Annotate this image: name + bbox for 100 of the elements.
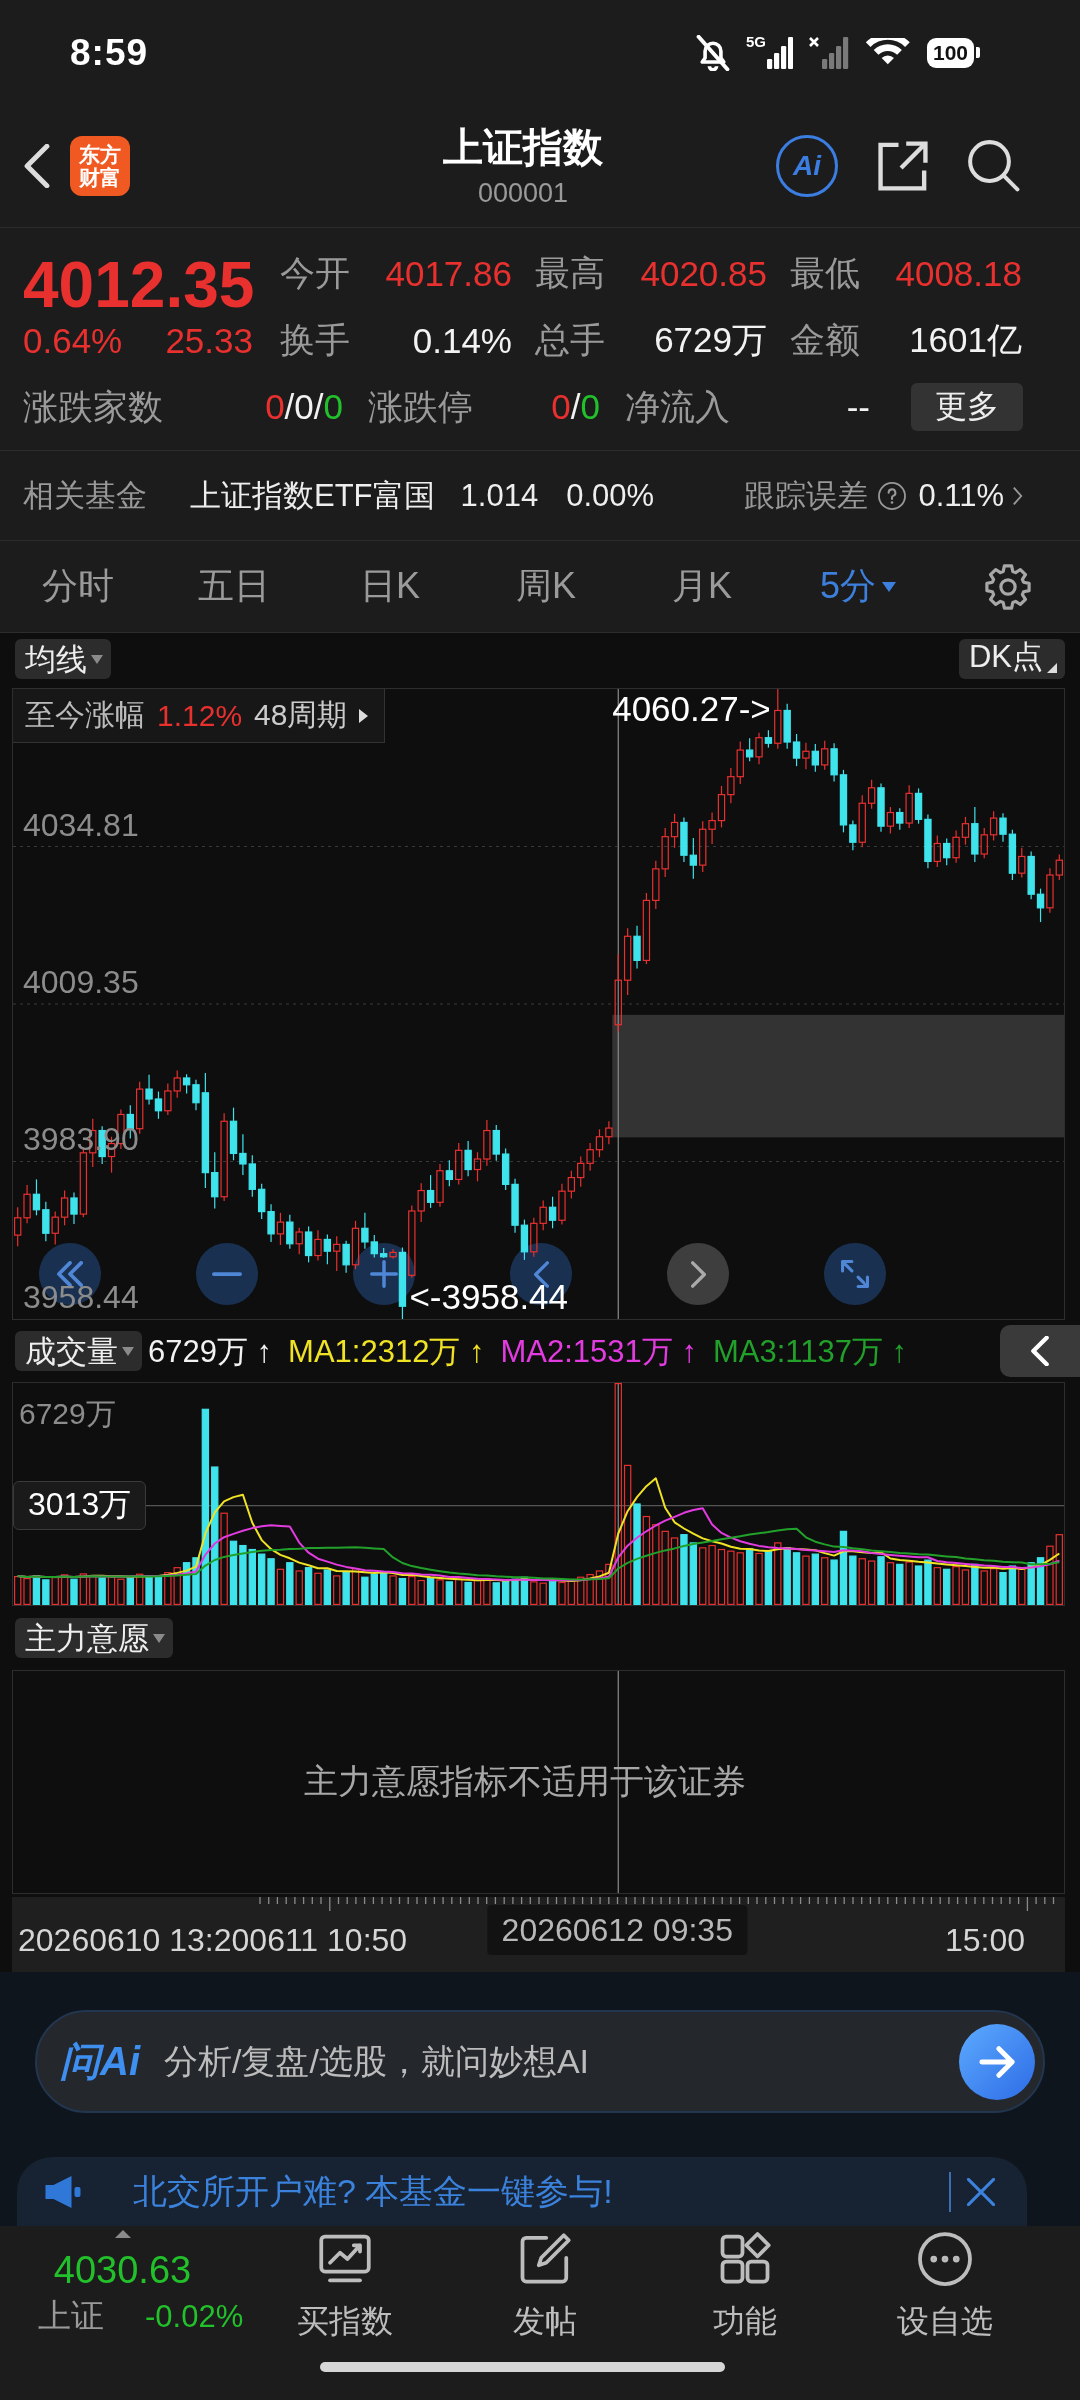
change-amount: 25.33 — [165, 320, 253, 361]
range-label: 至今涨幅 — [25, 697, 145, 733]
candlestick — [389, 1248, 397, 1260]
tracking-error-value: 0.11% — [918, 477, 1004, 514]
security-code: 000001 — [477, 177, 569, 209]
period-tab[interactable]: 分时 — [42, 558, 114, 615]
tab-bar-item[interactable]: 发帖 — [513, 2226, 577, 2344]
close-icon — [967, 2177, 995, 2206]
price-axis-label: 3958.44 — [23, 1280, 139, 1314]
period-tab[interactable]: 月K — [672, 558, 732, 615]
page-title: 上证指数 — [443, 124, 603, 171]
help-icon[interactable] — [878, 481, 907, 510]
reference-value-label: 3013万 — [13, 1480, 147, 1530]
fund-price: 1.014 — [460, 477, 539, 514]
range-change: 1.12% — [157, 698, 243, 733]
dropdown-caret-icon — [122, 1346, 134, 1356]
candlestick — [558, 1183, 566, 1226]
indicator-dropdown[interactable]: 成交量 — [15, 1331, 142, 1371]
range-change-box[interactable]: 至今涨幅 1.12% 48周期 — [13, 689, 386, 743]
period-tab[interactable]: 五日 — [198, 558, 270, 615]
candlestick — [755, 732, 763, 765]
period-tab[interactable]: 周K — [516, 558, 576, 615]
candlestick — [483, 1119, 491, 1167]
search-button[interactable] — [968, 140, 1020, 192]
candlestick — [511, 1178, 519, 1234]
cursor-time-label: 20260612 09:35 — [487, 1905, 747, 1955]
fund-section-label: 相关基金 — [23, 476, 147, 515]
high-price-marker: 4060.27-> — [612, 693, 771, 725]
candlestick — [849, 819, 857, 851]
period-tab[interactable]: 5分 — [820, 558, 896, 615]
settings-icon — [985, 563, 1031, 610]
fund-name[interactable]: 上证指数ETF富国 — [190, 474, 435, 517]
volume-legend-value: MA1:2312万 ↑ — [288, 1335, 485, 1367]
candlestick — [1046, 867, 1054, 914]
index-name: 上证 — [38, 2296, 104, 2336]
settings-button[interactable] — [985, 563, 1031, 610]
stat-label: 换手 — [280, 319, 350, 361]
candlestick — [802, 742, 810, 770]
stat-value: 1601亿 — [909, 319, 1022, 361]
share-button[interactable] — [878, 141, 928, 191]
candlestick — [633, 925, 641, 970]
breadth-label: 涨跌家数 — [23, 385, 163, 428]
tab-bar-item[interactable]: 功能 — [713, 2226, 777, 2344]
candlestick — [436, 1163, 444, 1208]
ai-search-bar[interactable]: 问Ai 分析/复盘/选股，就问妙想AI — [35, 2010, 1045, 2113]
candlestick — [145, 1074, 153, 1106]
candlestick — [830, 742, 838, 783]
volume-legend-value: 6729万 ↑ — [148, 1335, 273, 1367]
candlestick — [361, 1212, 369, 1250]
candlestick — [23, 1184, 31, 1224]
time-axis-label: 0611 10:50 — [249, 1922, 408, 1959]
candlestick — [220, 1112, 228, 1202]
tab-bar-item[interactable]: 设自选 — [897, 2226, 993, 2344]
candlestick — [605, 1120, 613, 1145]
edit-icon — [518, 2232, 572, 2286]
volume-legend-value: MA2:1531万 ↑ — [500, 1335, 697, 1367]
candlestick — [70, 1191, 78, 1225]
price-axis-label: 4009.35 — [23, 965, 139, 999]
dropdown-caret-icon — [91, 654, 103, 664]
collapse-button[interactable] — [1000, 1325, 1080, 1377]
more-button[interactable]: 更多 — [911, 383, 1023, 431]
indicator-dropdown[interactable]: 主力意愿 — [15, 1618, 173, 1658]
candlestick — [192, 1079, 200, 1111]
period-tab[interactable]: 日K — [360, 558, 420, 615]
back-chevron-icon — [24, 144, 50, 188]
promo-banner[interactable]: 北交所开户难? 本基金一键参与! — [17, 2157, 1027, 2226]
dropdown-caret-icon — [153, 1633, 165, 1643]
candlestick — [952, 829, 960, 864]
caret-up-icon — [114, 2230, 131, 2238]
send-button[interactable] — [959, 2023, 1035, 2100]
change-percent: 0.64% — [23, 320, 123, 361]
ai-question-field[interactable]: 分析/复盘/选股，就问妙想AI — [164, 2036, 949, 2087]
index-change: -0.02% — [145, 2298, 244, 2335]
candlestick — [342, 1240, 350, 1274]
last-price: 4012.35 — [23, 252, 256, 307]
tab-bar-item[interactable]: 买指数 — [297, 2226, 393, 2344]
breadth-value: 0/0/0 — [265, 387, 343, 427]
plus-icon — [370, 1260, 398, 1288]
breadth-label: 涨跌停 — [368, 385, 473, 428]
stat-value: 6729万 — [654, 319, 767, 361]
muted-bell-icon — [695, 34, 730, 71]
app-logo: 东方 财富 — [70, 136, 130, 196]
candlestick — [727, 767, 735, 804]
stat-value: 0.14% — [412, 320, 512, 361]
dk-point-button[interactable]: DK点 — [958, 639, 1065, 679]
back-button[interactable] — [24, 144, 50, 188]
stat-value: 4008.18 — [895, 253, 1022, 294]
battery-indicator: 100 — [926, 37, 980, 68]
candlestick — [239, 1133, 247, 1176]
signal-strength-icon — [766, 36, 793, 69]
corner-triangle-icon — [1047, 663, 1057, 673]
chevron-left-icon — [1031, 1336, 1049, 1366]
ai-assistant-button[interactable]: Ai — [776, 135, 838, 197]
more-icon — [918, 2232, 972, 2286]
breadth-value: -- — [846, 387, 870, 427]
indicator-dropdown[interactable]: 均线 — [15, 639, 111, 679]
grid-icon — [718, 2232, 772, 2286]
close-button[interactable] — [967, 2177, 995, 2206]
candlestick — [464, 1140, 472, 1177]
stat-label: 今开 — [280, 252, 350, 294]
